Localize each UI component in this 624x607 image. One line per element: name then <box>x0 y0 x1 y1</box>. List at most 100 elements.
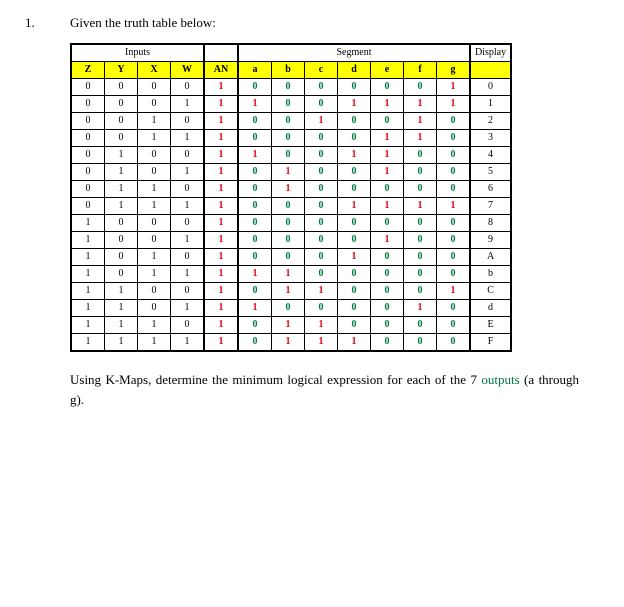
table-cell: 1 <box>105 334 138 352</box>
table-cell: 0 <box>71 96 105 113</box>
group-segment: Segment <box>238 44 470 62</box>
table-cell: 0 <box>338 79 371 96</box>
table-cell: 1 <box>171 130 205 147</box>
table-cell: 1 <box>71 283 105 300</box>
table-cell: 1 <box>204 249 238 266</box>
table-cell: 3 <box>470 130 511 147</box>
table-cell: 1 <box>272 164 305 181</box>
table-cell: d <box>470 300 511 317</box>
table-cell: 0 <box>71 164 105 181</box>
table-cell: 1 <box>204 147 238 164</box>
table-cell: 6 <box>470 181 511 198</box>
table-cell: 0 <box>404 283 437 300</box>
table-cell: 1 <box>138 113 171 130</box>
table-cell: 0 <box>338 266 371 283</box>
table-cell: 0 <box>238 198 272 215</box>
table-cell: 0 <box>105 113 138 130</box>
table-cell: 0 <box>138 164 171 181</box>
table-cell: 1 <box>272 334 305 352</box>
table-cell: 0 <box>305 79 338 96</box>
hdr-c: c <box>305 62 338 79</box>
table-cell: 0 <box>305 164 338 181</box>
table-row: 1000100000008 <box>71 215 511 232</box>
table-cell: 0 <box>404 232 437 249</box>
table-cell: 1 <box>71 300 105 317</box>
table-cell: 0 <box>171 249 205 266</box>
table-cell: 1 <box>204 334 238 352</box>
table-cell: 0 <box>338 181 371 198</box>
table-cell: 0 <box>404 249 437 266</box>
table-cell: 1 <box>338 96 371 113</box>
table-cell: 0 <box>138 232 171 249</box>
table-cell: 0 <box>105 130 138 147</box>
table-cell: 0 <box>171 79 205 96</box>
table-cell: 0 <box>138 147 171 164</box>
table-cell: 0 <box>71 147 105 164</box>
table-cell: 0 <box>138 283 171 300</box>
table-cell: 1 <box>204 130 238 147</box>
table-cell: 1 <box>404 300 437 317</box>
table-cell: 1 <box>71 249 105 266</box>
table-cell: 1 <box>105 198 138 215</box>
table-cell: 1 <box>138 249 171 266</box>
table-cell: 0 <box>171 283 205 300</box>
table-cell: 1 <box>305 113 338 130</box>
table-cell: 0 <box>305 130 338 147</box>
table-cell: F <box>470 334 511 352</box>
table-cell: 1 <box>204 317 238 334</box>
table-cell: 0 <box>371 249 404 266</box>
hdr-x: X <box>138 62 171 79</box>
table-cell: 0 <box>371 79 404 96</box>
table-cell: 1 <box>204 266 238 283</box>
table-cell: 0 <box>272 198 305 215</box>
table-cell: 1 <box>238 266 272 283</box>
table-cell: 0 <box>338 113 371 130</box>
table-row: 0110101000006 <box>71 181 511 198</box>
table-cell: 2 <box>470 113 511 130</box>
table-cell: 0 <box>238 215 272 232</box>
table-cell: 1 <box>404 96 437 113</box>
table-cell: 1 <box>371 96 404 113</box>
hdr-an: AN <box>204 62 238 79</box>
table-cell: A <box>470 249 511 266</box>
table-cell: 0 <box>171 215 205 232</box>
table-row: 1001100001009 <box>71 232 511 249</box>
table-cell: 0 <box>305 215 338 232</box>
table-cell: 0 <box>238 334 272 352</box>
table-cell: 0 <box>338 283 371 300</box>
table-cell: 1 <box>105 181 138 198</box>
table-cell: 1 <box>371 130 404 147</box>
table-cell: 1 <box>204 198 238 215</box>
table-cell: 0 <box>470 79 511 96</box>
table-cell: 0 <box>71 79 105 96</box>
table-cell: 1 <box>338 334 371 352</box>
group-inputs: Inputs <box>71 44 204 62</box>
table-cell: 0 <box>272 249 305 266</box>
table-cell: 0 <box>371 266 404 283</box>
group-an <box>204 44 238 62</box>
table-cell: 1 <box>171 198 205 215</box>
table-cell: 0 <box>71 181 105 198</box>
table-cell: 0 <box>305 232 338 249</box>
table-cell: 0 <box>238 283 272 300</box>
table-cell: 0 <box>371 334 404 352</box>
hdr-d: d <box>338 62 371 79</box>
table-cell: 1 <box>171 300 205 317</box>
table-cell: 0 <box>238 181 272 198</box>
table-cell: 0 <box>437 164 471 181</box>
table-cell: 1 <box>371 147 404 164</box>
table-row: 110111000010d <box>71 300 511 317</box>
table-cell: 0 <box>338 300 371 317</box>
table-cell: 0 <box>138 215 171 232</box>
table-row: 0100110011004 <box>71 147 511 164</box>
table-cell: 0 <box>305 266 338 283</box>
table-cell: 1 <box>404 113 437 130</box>
table-cell: 0 <box>437 113 471 130</box>
table-cell: 0 <box>272 232 305 249</box>
table-cell: 0 <box>71 130 105 147</box>
table-cell: 1 <box>470 96 511 113</box>
table-cell: 1 <box>404 198 437 215</box>
table-cell: 0 <box>272 300 305 317</box>
table-cell: 0 <box>338 317 371 334</box>
table-cell: 1 <box>204 215 238 232</box>
